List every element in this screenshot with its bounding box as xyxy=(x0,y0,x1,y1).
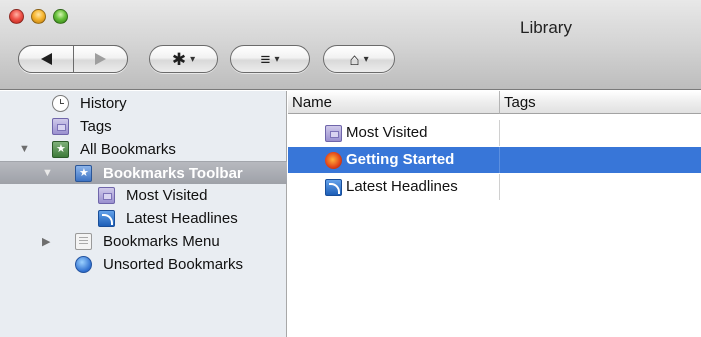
zoom-window-button[interactable] xyxy=(53,9,68,24)
sidebar-item-label: Most Visited xyxy=(126,187,208,204)
sidebar-item-label: Bookmarks Menu xyxy=(103,233,220,250)
sidebar-item-most-visited[interactable]: Most Visited xyxy=(0,184,287,207)
sidebar-item-unsorted-bookmarks[interactable]: Unsorted Bookmarks xyxy=(0,253,287,276)
sidebar-item-latest-headlines[interactable]: Latest Headlines xyxy=(0,207,287,230)
column-header-name[interactable]: Name xyxy=(288,91,500,114)
library-sidebar: History Tags ▼ All Bookmarks ▼ Bookmarks… xyxy=(0,91,287,337)
row-name: Getting Started xyxy=(346,151,455,168)
chevron-down-icon: ▾ xyxy=(363,53,369,65)
all-bookmarks-icon xyxy=(52,141,69,158)
sidebar-item-label: Latest Headlines xyxy=(126,210,238,227)
chevron-down-icon: ▾ xyxy=(274,53,280,65)
disclosure-triangle-icon[interactable]: ▶ xyxy=(42,235,50,248)
sidebar-item-label: History xyxy=(80,95,127,112)
back-arrow-icon xyxy=(40,53,52,65)
row-name: Most Visited xyxy=(346,124,428,141)
sidebar-item-label: Tags xyxy=(80,118,112,135)
sidebar-item-bookmarks-toolbar[interactable]: ▼ Bookmarks Toolbar xyxy=(0,161,287,184)
row-name: Latest Headlines xyxy=(346,178,458,195)
import-backup-icon: ⌂ xyxy=(349,49,360,69)
minimize-window-button[interactable] xyxy=(31,9,46,24)
column-divider xyxy=(499,174,500,200)
smart-folder-icon xyxy=(98,187,115,204)
back-button[interactable] xyxy=(18,45,74,73)
gear-icon: ✱ xyxy=(171,49,187,69)
unsorted-bookmarks-icon xyxy=(75,256,92,273)
organize-button[interactable]: ✱ ▾ xyxy=(149,45,218,73)
disclosure-triangle-icon[interactable]: ▼ xyxy=(19,143,30,155)
bookmarks-menu-icon xyxy=(75,233,92,250)
firefox-page-icon xyxy=(325,152,342,169)
column-header-tags[interactable]: Tags xyxy=(500,91,701,114)
list-view-icon: ≡ xyxy=(260,49,271,69)
forward-button[interactable] xyxy=(73,45,128,73)
window-toolbar: Library ✱ ▾ ≡ ▾ ⌂ ▾ xyxy=(0,0,701,90)
table-row[interactable]: Getting Started xyxy=(288,147,701,173)
sidebar-item-bookmarks-menu[interactable]: ▶ Bookmarks Menu xyxy=(0,230,287,253)
sidebar-item-all-bookmarks[interactable]: ▼ All Bookmarks xyxy=(0,138,287,161)
sidebar-item-tags[interactable]: Tags xyxy=(0,115,287,138)
tags-folder-icon xyxy=(52,118,69,135)
disclosure-triangle-icon[interactable]: ▼ xyxy=(42,167,53,179)
column-divider xyxy=(499,147,500,173)
sidebar-item-label: All Bookmarks xyxy=(80,141,176,158)
sidebar-item-label: Bookmarks Toolbar xyxy=(103,164,243,182)
history-clock-icon xyxy=(52,95,69,112)
sidebar-item-label: Unsorted Bookmarks xyxy=(103,256,244,273)
forward-arrow-icon xyxy=(95,53,106,65)
chevron-down-icon: ▾ xyxy=(190,53,196,65)
sidebar-item-history[interactable]: History xyxy=(0,92,287,115)
bookmarks-list: Name Tags Most Visited Getting Started L… xyxy=(288,91,701,337)
window-title: Library xyxy=(520,18,572,37)
column-divider xyxy=(499,120,500,146)
bookmarks-toolbar-icon xyxy=(75,165,92,182)
rss-feed-icon xyxy=(325,179,342,196)
import-backup-button[interactable]: ⌂ ▾ xyxy=(323,45,395,73)
views-button[interactable]: ≡ ▾ xyxy=(230,45,310,73)
smart-folder-icon xyxy=(325,125,342,142)
table-row[interactable]: Latest Headlines xyxy=(288,174,701,200)
table-row[interactable]: Most Visited xyxy=(288,120,701,146)
rss-feed-icon xyxy=(98,210,115,227)
close-window-button[interactable] xyxy=(9,9,24,24)
